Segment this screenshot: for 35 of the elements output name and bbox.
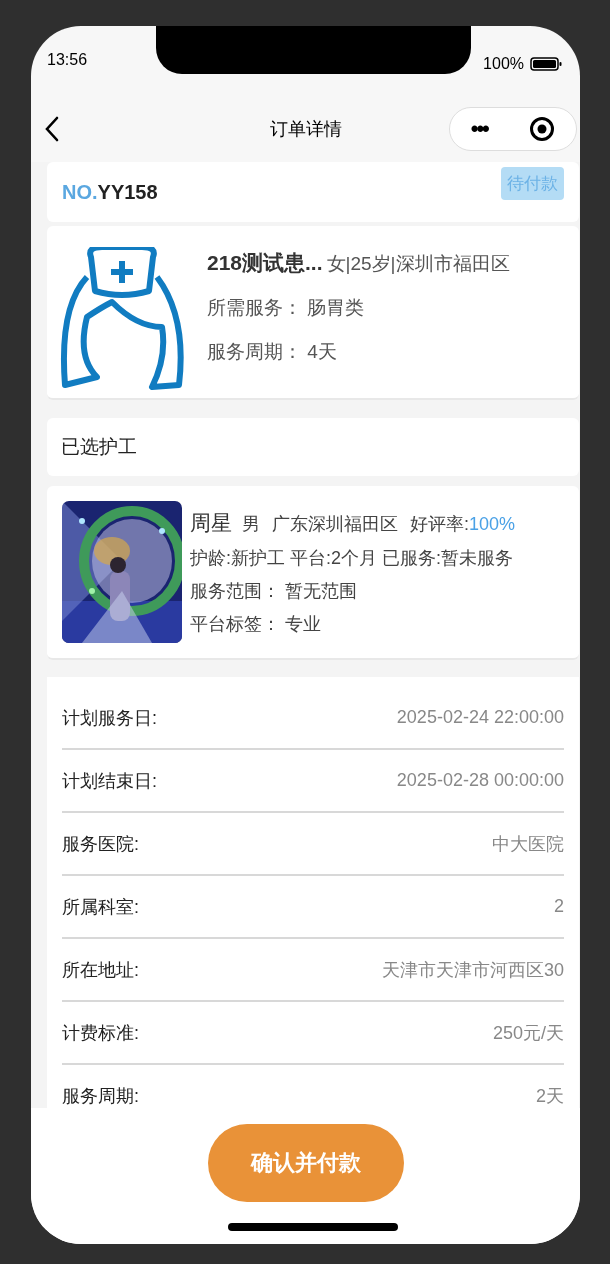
- patient-name: 218测试患...: [207, 250, 323, 276]
- caregiver-detail: 服务范围： 暂无范围: [190, 579, 358, 603]
- detail-value: 2天: [536, 1084, 564, 1108]
- status-badge: 待付款: [501, 166, 564, 200]
- detail-value: 2025-02-28 00:00:00: [396, 770, 564, 791]
- detail-value: 中大医院: [492, 832, 564, 856]
- patient-info: 女|25岁|深圳市福田区: [326, 252, 510, 276]
- more-button[interactable]: •••: [470, 118, 488, 140]
- back-icon[interactable]: [45, 116, 59, 142]
- caregiver-name: 周星: [190, 509, 232, 536]
- caregiver-gender: 男: [242, 512, 260, 536]
- close-target-icon[interactable]: [529, 116, 556, 142]
- caregiver-stats: 护龄:新护工 平台:2个月 已服务:暂未服务: [190, 546, 514, 570]
- battery-percent: 100%: [483, 55, 524, 73]
- detail-value: 250元/天: [492, 1021, 564, 1045]
- status-time: 13:56: [47, 51, 88, 69]
- section-title: 已选护工: [61, 435, 137, 459]
- caregiver-detail: 平台标签： 专业: [190, 612, 322, 636]
- detail-label: 计费标准:: [62, 1021, 139, 1045]
- patient-detail: 服务周期： 4天: [207, 340, 338, 364]
- detail-label: 服务医院:: [62, 832, 139, 856]
- detail-label: 所属科室:: [62, 895, 139, 919]
- detail-value: 2025-02-24 22:00:00: [396, 707, 564, 728]
- detail-label: 服务周期:: [62, 1084, 139, 1108]
- battery-icon: [530, 57, 562, 71]
- rating: 好评率:100%: [410, 512, 516, 536]
- page-title: 订单详情: [268, 118, 343, 141]
- detail-value: 2: [554, 896, 564, 917]
- detail-label: 计划结束日:: [62, 769, 157, 793]
- order-number: NO.YY158: [62, 180, 158, 204]
- caregiver-area: 广东深圳福田区: [272, 511, 398, 536]
- detail-value: 天津市天津市河西区30: [381, 958, 564, 982]
- detail-label: 所在地址:: [62, 958, 139, 982]
- detail-label: 计划服务日:: [62, 706, 157, 730]
- patient-detail: 所需服务： 肠胃类: [207, 296, 366, 320]
